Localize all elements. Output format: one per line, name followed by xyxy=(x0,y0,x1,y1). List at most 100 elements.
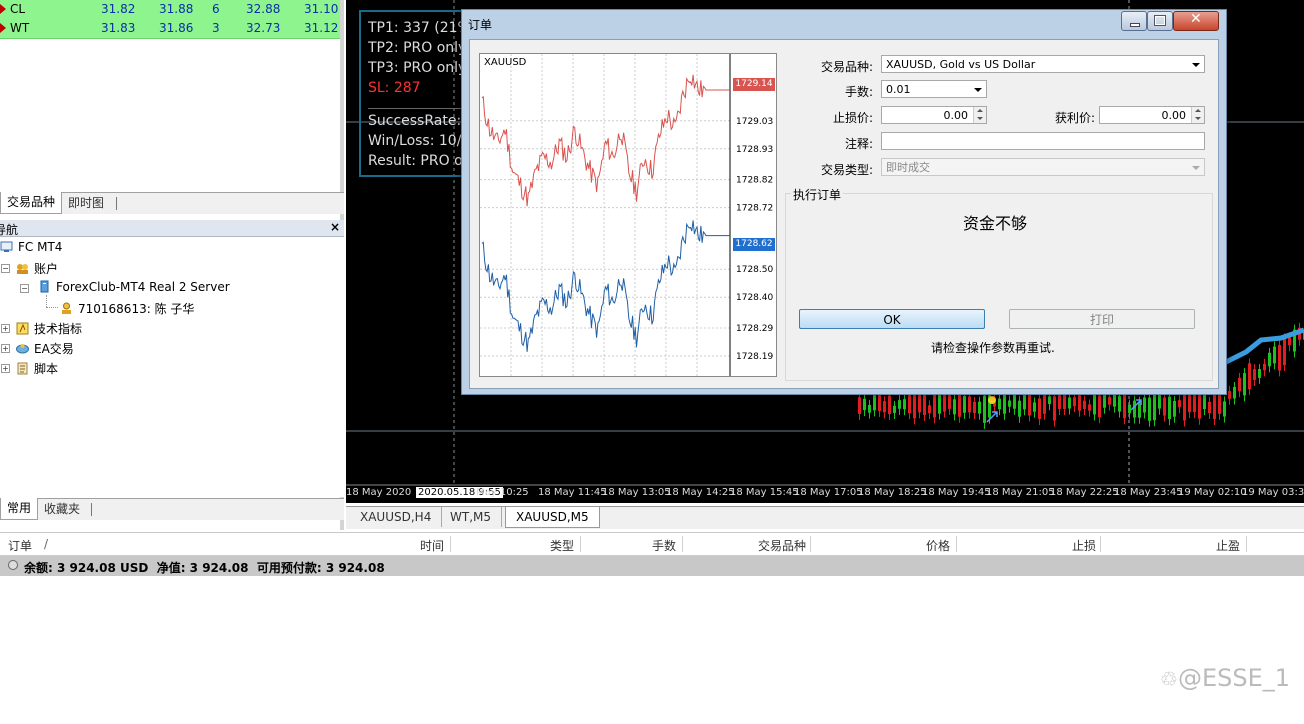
candle xyxy=(1143,397,1146,413)
column-order[interactable]: 订单 xyxy=(8,537,32,554)
ok-button[interactable]: OK xyxy=(799,309,985,329)
tab-symbols[interactable]: 交易品种 xyxy=(0,192,63,214)
high-cell: 32.73 xyxy=(246,21,281,35)
column-type[interactable]: 类型 xyxy=(550,537,574,554)
collapse-icon[interactable]: − xyxy=(1,264,10,273)
time-tick-label: 18 May 17:05 xyxy=(794,487,863,498)
column-sl[interactable]: 止损 xyxy=(1072,537,1096,554)
take-profit-input[interactable]: 0.00 xyxy=(1099,106,1205,124)
candle xyxy=(1238,377,1241,392)
candle xyxy=(1203,394,1206,410)
candle xyxy=(1153,392,1156,421)
price-tick-label: 1728.50 xyxy=(736,265,773,275)
time-tick-label: 18 May 14:25 xyxy=(666,487,735,498)
candle xyxy=(1113,393,1116,407)
candle xyxy=(933,391,936,418)
bid-price-label: 1728.62 xyxy=(733,238,775,251)
close-icon[interactable]: × xyxy=(330,220,340,234)
time-tick-label: 18 May 19:45 xyxy=(922,487,991,498)
order-type-label: 交易类型: xyxy=(820,163,873,177)
candle xyxy=(1193,394,1196,412)
tab-xauusd-h4[interactable]: XAUUSD,H4 xyxy=(350,507,443,527)
time-tick-label: 19 May 03:30 xyxy=(1242,487,1304,498)
column-price[interactable]: 价格 xyxy=(926,537,950,554)
spinner-icon[interactable] xyxy=(973,107,986,123)
order-type-select[interactable]: 即时成交 xyxy=(881,158,1205,176)
tree-item-label: FC MT4 xyxy=(18,240,63,254)
expand-icon[interactable]: + xyxy=(1,344,10,353)
column-tp[interactable]: 止盈 xyxy=(1216,537,1240,554)
ask-price-label: 1729.14 xyxy=(733,78,775,91)
column-separator xyxy=(450,536,451,552)
tree-item-indicators[interactable]: 技术指标 xyxy=(16,320,82,337)
tree-item-server[interactable]: ForexClub-MT4 Real 2 Server xyxy=(38,280,230,294)
volume-value: 0.01 xyxy=(886,83,911,96)
tree-item-scripts[interactable]: 脚本 xyxy=(16,360,58,377)
candle xyxy=(1038,398,1041,419)
tab-wt-m5[interactable]: WT,M5 xyxy=(440,507,502,527)
tab-favorites[interactable]: 收藏夹 xyxy=(38,499,86,519)
navigator-tabs: 常用 收藏夹 xyxy=(0,498,344,520)
stop-loss-input[interactable]: 0.00 xyxy=(881,106,987,124)
symbol-select[interactable]: XAUUSD, Gold vs US Dollar xyxy=(881,55,1205,73)
time-tick-label: 18 May 13:05 xyxy=(602,487,671,498)
time-tick-label: 18 May 11:45 xyxy=(538,487,607,498)
expand-icon[interactable]: + xyxy=(1,324,10,333)
expert-icon xyxy=(16,344,29,354)
market-watch-row[interactable]: CL 31.82 31.88 6 32.88 31.10 xyxy=(0,0,340,20)
collapse-icon[interactable]: − xyxy=(20,284,29,293)
candle xyxy=(963,395,966,413)
tree-item-root[interactable]: FC MT4 xyxy=(0,240,62,254)
volume-select[interactable]: 0.01 xyxy=(881,80,987,98)
maximize-button[interactable] xyxy=(1147,11,1173,31)
expand-icon[interactable]: + xyxy=(1,364,10,373)
balance-icon xyxy=(8,560,18,570)
error-message: 资金不够 xyxy=(963,214,1028,233)
signal-dot xyxy=(988,396,996,404)
time-tick-label: May 10:25 xyxy=(476,487,529,498)
tab-xauusd-m5[interactable]: XAUUSD,M5 xyxy=(505,507,600,528)
price-tick-label: 1728.29 xyxy=(736,324,773,334)
stop-loss-label: 止损价: xyxy=(832,111,873,125)
indicator-icon xyxy=(16,322,29,335)
balance-row: 余额: 3 924.08 USD 净值: 3 924.08 可用预付款: 3 9… xyxy=(0,556,1304,576)
market-watch-row[interactable]: WT 31.83 31.86 3 32.73 31.12 xyxy=(0,19,340,39)
candle xyxy=(1108,396,1111,405)
candle xyxy=(1023,393,1026,410)
minimize-button[interactable] xyxy=(1121,11,1147,31)
tab-separator xyxy=(91,503,92,516)
print-button[interactable]: 打印 xyxy=(1009,309,1195,329)
column-time[interactable]: 时间 xyxy=(420,537,444,554)
order-type-value: 即时成交 xyxy=(886,161,930,174)
tab-common[interactable]: 常用 xyxy=(0,498,39,520)
candle xyxy=(1223,401,1226,417)
candle xyxy=(983,395,986,423)
tree-item-accounts[interactable]: 账户 xyxy=(16,260,58,277)
time-tick-label: 18 May 2020 xyxy=(346,487,412,498)
trend-indicator-line xyxy=(1224,327,1304,365)
close-button[interactable]: ✕ xyxy=(1173,11,1219,31)
chevron-down-icon xyxy=(1192,166,1200,170)
tab-tick-chart[interactable]: 即时图 xyxy=(62,193,110,213)
candle xyxy=(1013,393,1016,409)
chevron-down-icon xyxy=(1192,63,1200,67)
comment-input[interactable] xyxy=(881,132,1205,150)
accounts-icon xyxy=(17,264,28,274)
price-tick-label: 1728.93 xyxy=(736,145,773,155)
candle xyxy=(1283,338,1286,366)
navigator-tree: FC MT4 − 账户 − ForexClub-MT4 Real 2 Serve… xyxy=(0,237,344,497)
column-separator xyxy=(956,536,957,552)
column-symbol[interactable]: 交易品种 xyxy=(758,537,806,554)
tree-item-experts[interactable]: EA交易 xyxy=(16,340,74,357)
candle xyxy=(1163,397,1166,416)
tree-item-account[interactable]: 710168613: 陈 子华 xyxy=(60,300,194,317)
candle xyxy=(1018,400,1021,417)
candle xyxy=(1263,363,1266,371)
hint-text: 请检查操作参数再重试. xyxy=(931,341,1055,355)
spinner-icon[interactable] xyxy=(1191,107,1204,123)
execute-order-title: 执行订单 xyxy=(791,186,844,203)
candle xyxy=(918,394,921,413)
user-icon xyxy=(62,302,71,314)
column-volume[interactable]: 手数 xyxy=(652,537,676,554)
candle xyxy=(883,401,886,413)
